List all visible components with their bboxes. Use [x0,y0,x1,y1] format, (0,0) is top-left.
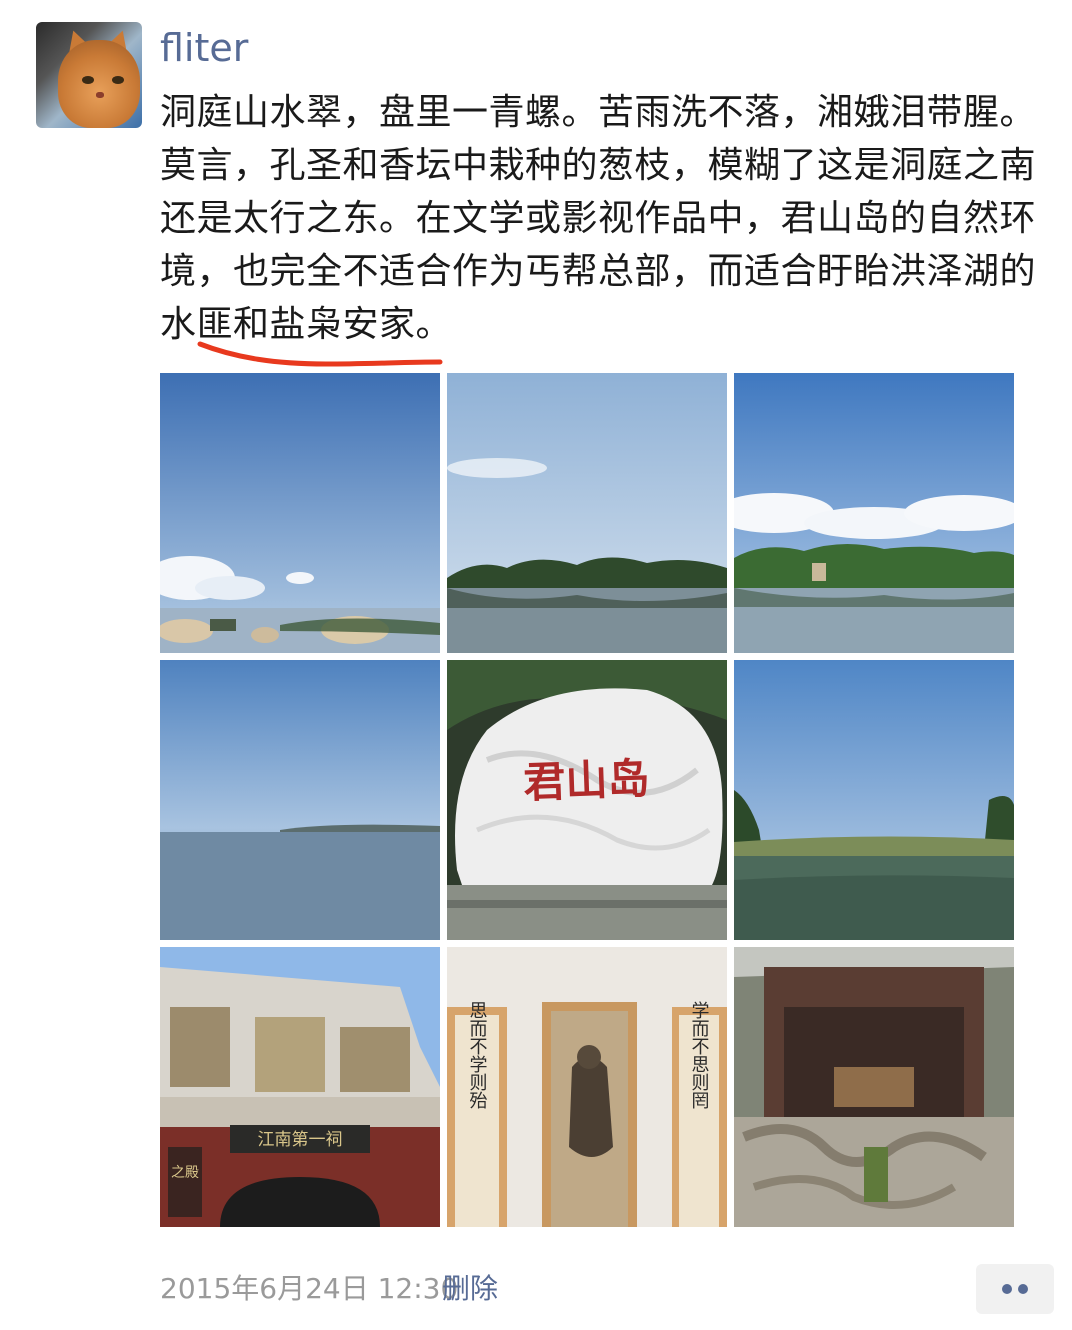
red-handdrawn-underline [197,341,443,367]
post-text: 洞庭山水翠，盘里一青螺。苦雨洗不落，湘娥泪带腥。莫言，孔圣和香坛中栽种的葱枝，模… [160,92,1037,345]
avatar[interactable] [36,22,142,128]
stone-inscription-text: 君山岛 [523,754,651,807]
cat-nose [96,92,104,98]
post-timestamp: 2015年6月24日 12:30 [160,1272,459,1305]
username-link[interactable]: fliter [160,26,248,70]
photo-temple-courtyard[interactable] [734,947,1014,1227]
photo-lake-clouds[interactable] [734,373,1014,653]
delete-link[interactable]: 删除 [442,1272,498,1306]
cat-eye-right [112,76,124,84]
gate-plaque-text: 江南第一祠 [258,1130,343,1150]
photo-temple-gate[interactable]: 江南第一祠 之殿 [160,947,440,1227]
more-button[interactable] [976,1264,1054,1314]
cat-face [58,40,140,128]
photo-confucius-scrolls[interactable]: 思而不学则殆 学而不思则罔 [447,947,727,1227]
photo-open-lake[interactable] [160,660,440,940]
more-dots-icon [1002,1284,1012,1294]
right-scroll-text: 学而不思则罔 [689,1001,710,1110]
photo-lake-treeline[interactable] [447,373,727,653]
photo-grid: 君山岛 江南第一祠 之殿 思而不学则殆 学而不思则罔 [160,373,1014,1227]
side-plaque-text: 之殿 [171,1165,199,1181]
left-scroll-text: 思而不学则殆 [467,1001,488,1109]
photo-pond-shore[interactable] [734,660,1014,940]
more-dots-icon-dot [1018,1284,1028,1294]
photo-stone-inscription[interactable]: 君山岛 [447,660,727,940]
photo-lake-rocks[interactable] [160,373,440,653]
cat-eye-left [82,76,94,84]
